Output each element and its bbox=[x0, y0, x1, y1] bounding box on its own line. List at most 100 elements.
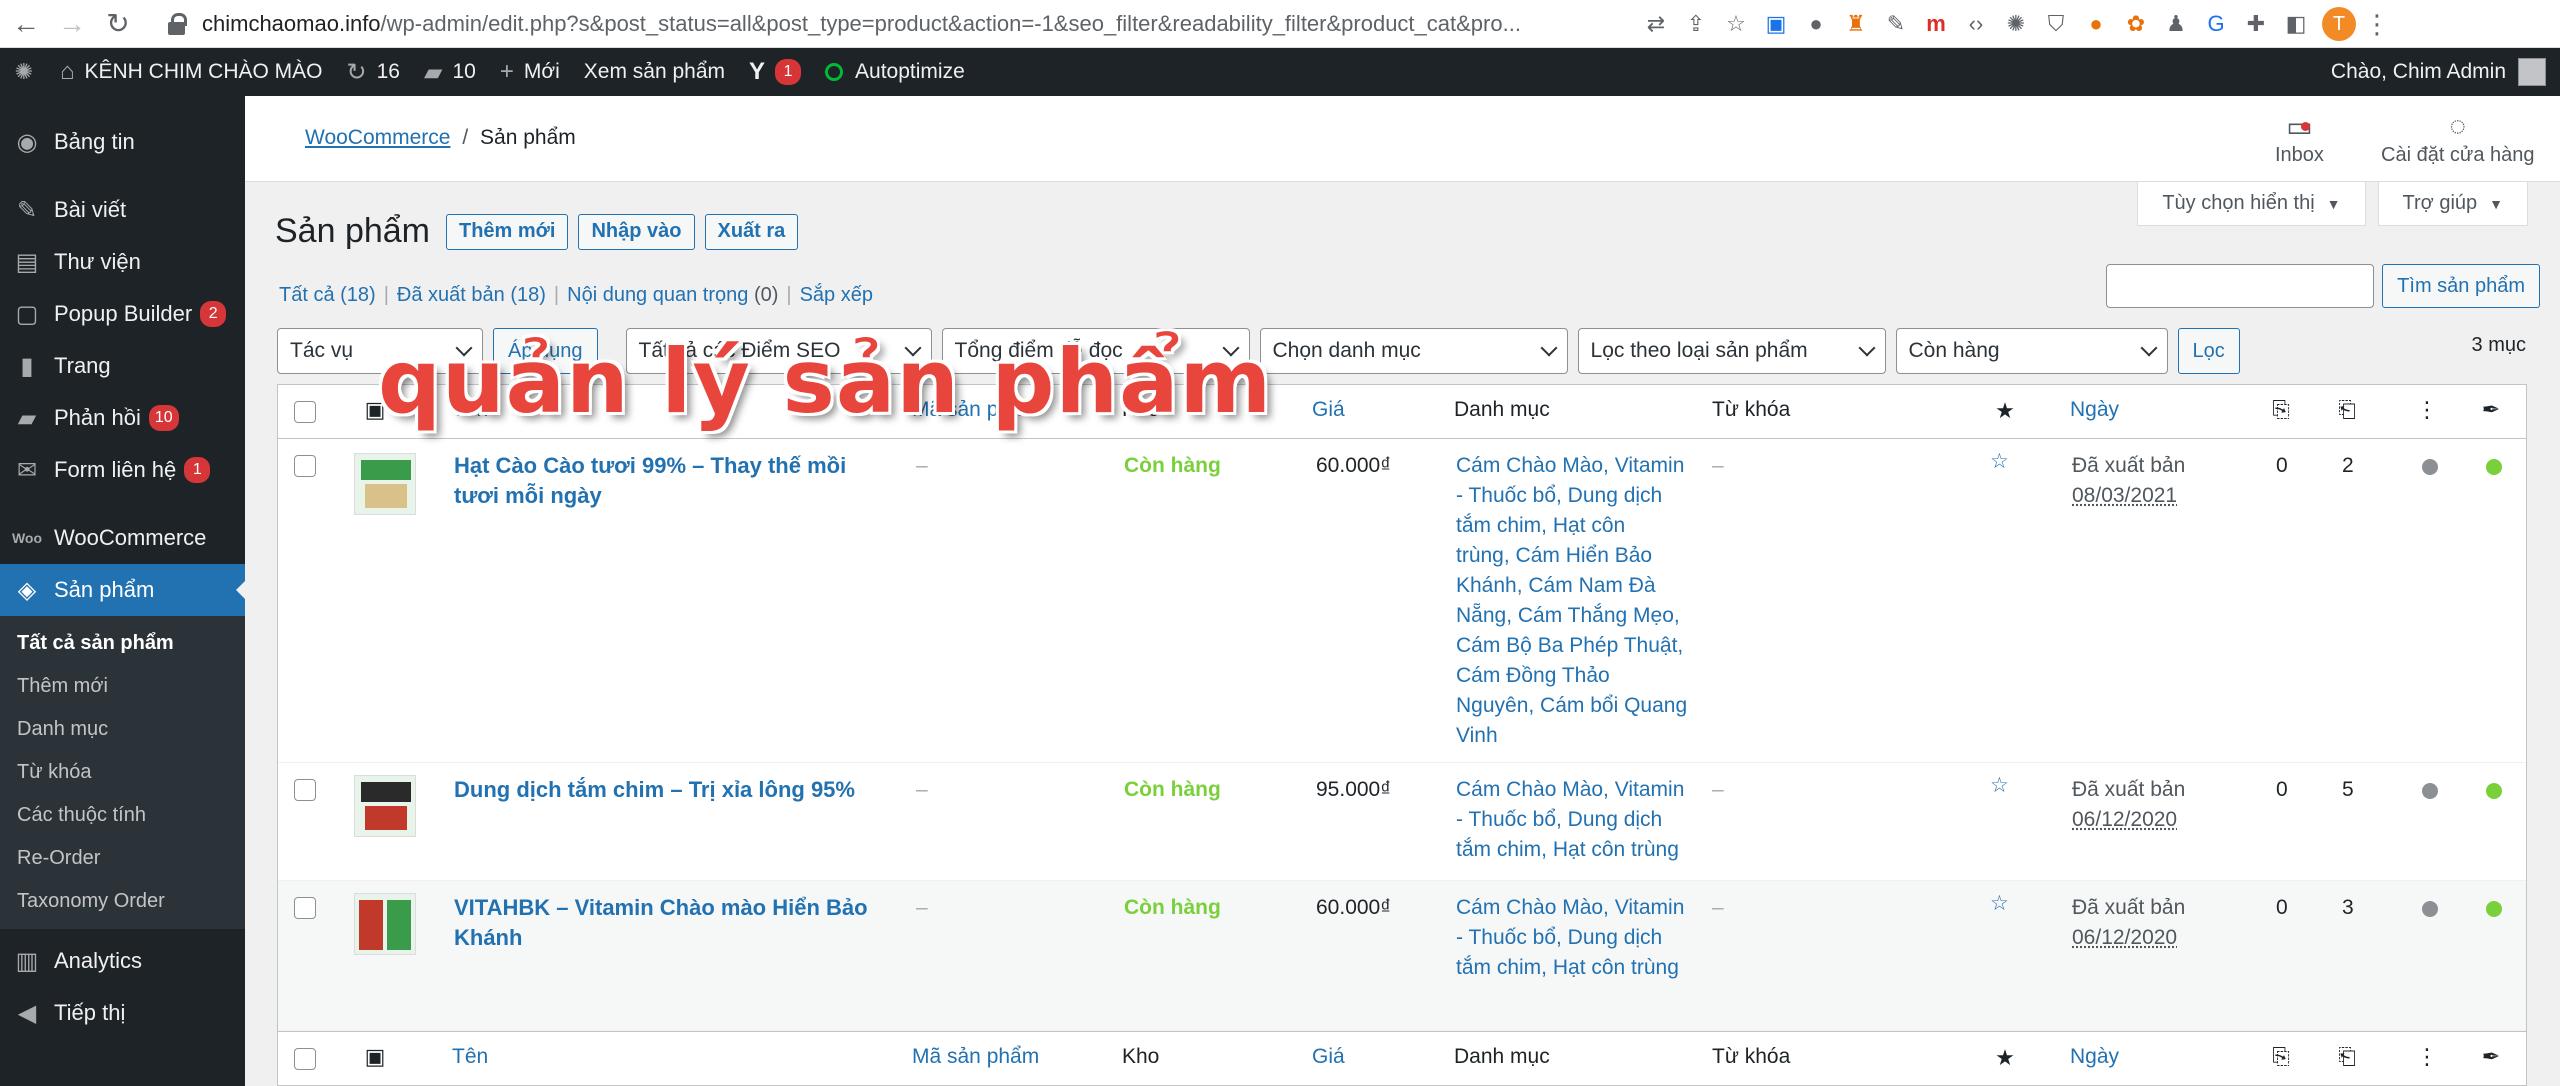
extension-icon-1[interactable]: ▣ bbox=[1756, 0, 1796, 48]
extension-icon-4[interactable]: ✎ bbox=[1876, 0, 1916, 48]
help-button[interactable]: Trợ giúp ▼ bbox=[2377, 182, 2528, 226]
forward-icon[interactable]: → bbox=[52, 4, 92, 44]
featured-star-icon[interactable]: ☆ bbox=[1990, 771, 2009, 801]
extension-icon-3[interactable]: ♜ bbox=[1836, 0, 1876, 48]
view-products-link[interactable]: Xem sản phẩm bbox=[572, 48, 737, 96]
stock-status-select[interactable]: Còn hàng bbox=[1895, 328, 2168, 374]
store-setup-button[interactable]: ◌ Cài đặt cửa hàng bbox=[2381, 110, 2535, 167]
search-products-button[interactable]: Tìm sản phẩm bbox=[2382, 264, 2540, 308]
share-icon[interactable]: ⇪ bbox=[1676, 0, 1716, 48]
column-date[interactable]: Ngày bbox=[2070, 398, 2119, 422]
code-icon[interactable]: ‹› bbox=[1956, 0, 1996, 48]
submenu-reorder[interactable]: Re-Order bbox=[0, 837, 245, 880]
submenu-taxonomy-order[interactable]: Taxonomy Order bbox=[0, 880, 245, 923]
submenu-tags[interactable]: Từ khóa bbox=[0, 751, 245, 794]
sidebar-item-posts[interactable]: ✎ Bài viết bbox=[0, 184, 245, 236]
new-content-link[interactable]: + Mới bbox=[488, 48, 572, 96]
autoptimize-link[interactable]: Autoptimize bbox=[813, 48, 977, 96]
product-thumbnail[interactable] bbox=[354, 453, 416, 515]
product-type-select[interactable]: Lọc theo loại sản phẩm bbox=[1577, 328, 1886, 374]
sidebar-item-dashboard[interactable]: ◉ Bảng tin bbox=[0, 116, 245, 168]
updates-link[interactable]: ↻ 16 bbox=[335, 48, 412, 96]
sidebar-item-media[interactable]: ▤ Thư viện bbox=[0, 236, 245, 288]
product-name-link[interactable]: Hạt Cào Cào tươi 99% – Thay thế mồi tươi … bbox=[454, 451, 874, 511]
site-name-link[interactable]: ⌂ KÊNH CHIM CHÀO MÀO bbox=[48, 48, 335, 96]
breadcrumb-woocommerce-link[interactable]: WooCommerce bbox=[305, 126, 450, 149]
profile-avatar[interactable]: T bbox=[2322, 7, 2356, 41]
select-all-checkbox[interactable] bbox=[294, 401, 316, 423]
featured-star-icon[interactable]: ☆ bbox=[1990, 889, 2009, 919]
yoast-link[interactable]: Y1 bbox=[737, 48, 813, 96]
inbox-button[interactable]: ▭ Inbox bbox=[2275, 110, 2324, 167]
extension-icon-6[interactable]: ● bbox=[2076, 0, 2116, 48]
add-new-button[interactable]: Thêm mới bbox=[446, 213, 569, 250]
featured-star-icon[interactable]: ☆ bbox=[1990, 447, 2009, 477]
featured-star-icon[interactable]: ★ bbox=[1992, 1045, 2018, 1071]
submenu-categories[interactable]: Danh mục bbox=[0, 708, 245, 751]
view-cornerstone-link[interactable]: Nội dung quan trọng bbox=[567, 284, 748, 306]
sidebar-item-popup-builder[interactable]: ▢ Popup Builder 2 bbox=[0, 288, 245, 340]
featured-star-icon[interactable]: ★ bbox=[1992, 398, 2018, 424]
search-input[interactable] bbox=[2106, 264, 2375, 308]
internal-links-icon[interactable]: ⎘ bbox=[2268, 1044, 2294, 1070]
export-button[interactable]: Xuất ra bbox=[704, 213, 799, 250]
select-all-checkbox[interactable] bbox=[294, 1048, 316, 1070]
sidebar-item-comments[interactable]: ▰ Phản hồi 10 bbox=[0, 392, 245, 444]
extension-icon-m[interactable]: m bbox=[1916, 0, 1956, 48]
translate-icon[interactable]: ⇄ bbox=[1636, 0, 1676, 48]
sidebar-item-pages[interactable]: ▮ Trang bbox=[0, 340, 245, 392]
back-icon[interactable]: ← bbox=[6, 4, 46, 44]
sidebar-item-analytics[interactable]: ▥ Analytics bbox=[0, 935, 245, 987]
extension-icon-7[interactable]: ✿ bbox=[2116, 0, 2156, 48]
column-price[interactable]: Giá bbox=[1312, 398, 1345, 422]
product-thumbnail[interactable] bbox=[354, 893, 416, 955]
sidebar-item-products[interactable]: ◈ Sản phẩm bbox=[0, 564, 246, 616]
seo-score-icon[interactable]: ⋮ bbox=[2414, 1044, 2440, 1070]
product-name-link[interactable]: Dung dịch tắm chim – Trị xỉa lông 95% bbox=[454, 775, 894, 805]
row-checkbox[interactable] bbox=[294, 779, 316, 801]
sidepanel-icon[interactable]: ◧ bbox=[2276, 0, 2316, 48]
menu-kebab-icon[interactable]: ⋮ bbox=[2362, 9, 2392, 40]
google-translate-icon[interactable]: G bbox=[2196, 0, 2236, 48]
puzzle-icon[interactable]: ✚ bbox=[2236, 0, 2276, 48]
bookmark-star-icon[interactable]: ☆ bbox=[1716, 0, 1756, 48]
wp-logo-icon[interactable]: ✺ bbox=[0, 48, 48, 96]
submenu-attributes[interactable]: Các thuộc tính bbox=[0, 794, 245, 837]
submenu-add-new[interactable]: Thêm mới bbox=[0, 665, 245, 708]
product-name-link[interactable]: VITAHBK – Vitamin Chào mào Hiển Bảo Khánh bbox=[454, 893, 894, 953]
submenu-all-products[interactable]: Tất cả sản phẩm bbox=[0, 622, 245, 665]
column-name[interactable]: Tên bbox=[452, 1045, 488, 1069]
sidebar-item-marketing[interactable]: ◀ Tiếp thị bbox=[0, 987, 245, 1039]
view-published-link[interactable]: Đã xuất bản (18) bbox=[397, 284, 546, 306]
internal-links-icon[interactable]: ⎘ bbox=[2268, 397, 2294, 423]
shield-icon[interactable]: ⛉ bbox=[2036, 0, 2076, 48]
sidebar-item-woocommerce[interactable]: Woo WooCommerce bbox=[0, 512, 245, 564]
address-bar[interactable]: chimchaomao.info/wp-admin/edit.php?s&pos… bbox=[168, 4, 1758, 44]
extension-icon-2[interactable]: ● bbox=[1796, 0, 1836, 48]
view-all-link[interactable]: Tất cả (18) bbox=[279, 284, 376, 306]
row-checkbox[interactable] bbox=[294, 897, 316, 919]
incoming-links-icon[interactable]: ⎗ bbox=[2334, 397, 2360, 423]
readability-icon[interactable]: ✒ bbox=[2478, 397, 2504, 423]
column-date[interactable]: Ngày bbox=[2070, 1045, 2119, 1069]
account-menu[interactable]: Chào, Chim Admin bbox=[2331, 48, 2554, 96]
row-checkbox[interactable] bbox=[294, 455, 316, 477]
column-price[interactable]: Giá bbox=[1312, 1045, 1345, 1069]
sidebar-item-contact-form[interactable]: ✉ Form liên hệ 1 bbox=[0, 444, 245, 496]
screen-options-button[interactable]: Tùy chọn hiển thị ▼ bbox=[2137, 182, 2366, 226]
seo-score-dot bbox=[2422, 459, 2438, 475]
extension-icon-5[interactable]: ✺ bbox=[1996, 0, 2036, 48]
reload-icon[interactable]: ↻ bbox=[98, 4, 138, 44]
incoming-links-icon[interactable]: ⎗ bbox=[2334, 1044, 2360, 1070]
seo-score-icon[interactable]: ⋮ bbox=[2414, 397, 2440, 423]
product-thumbnail[interactable] bbox=[354, 775, 416, 837]
view-sorting-link[interactable]: Sắp xếp bbox=[800, 284, 873, 306]
readability-icon[interactable]: ✒ bbox=[2478, 1044, 2504, 1070]
extension-icon-8[interactable]: ♟ bbox=[2156, 0, 2196, 48]
filter-button[interactable]: Lọc bbox=[2177, 328, 2240, 374]
column-sku[interactable]: Mã sản phẩm bbox=[912, 1045, 1039, 1069]
category-select[interactable]: Chọn danh mục bbox=[1259, 328, 1568, 374]
import-button[interactable]: Nhập vào bbox=[578, 213, 695, 250]
comments-link[interactable]: ▰ 10 bbox=[412, 48, 488, 96]
stock-status: Còn hàng bbox=[1124, 778, 1221, 801]
